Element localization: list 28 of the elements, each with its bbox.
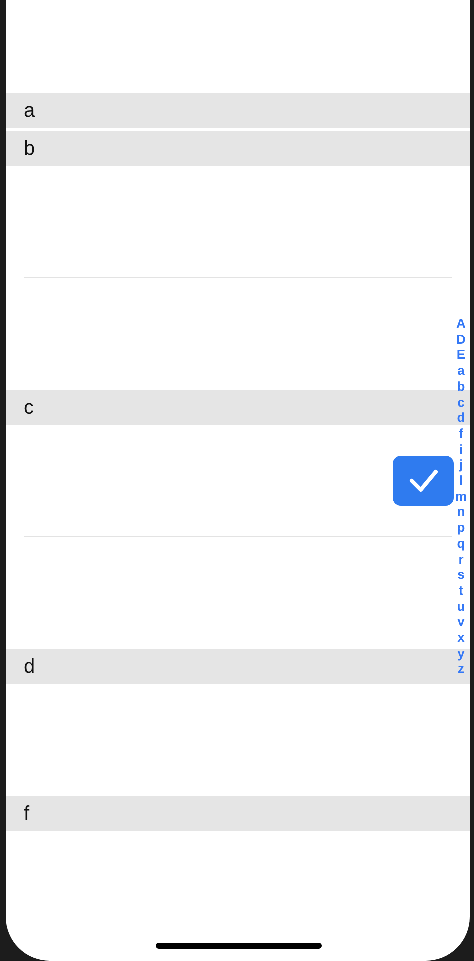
- index-letter[interactable]: A: [456, 316, 466, 332]
- index-letter[interactable]: i: [459, 442, 464, 458]
- index-letter[interactable]: E: [456, 347, 466, 364]
- index-letter[interactable]: v: [458, 614, 465, 630]
- index-letter[interactable]: n: [457, 504, 466, 520]
- index-letter[interactable]: r: [458, 552, 464, 568]
- index-letter[interactable]: m: [455, 488, 467, 504]
- index-letter[interactable]: D: [456, 332, 466, 348]
- section-header: f: [6, 796, 470, 831]
- index-letter[interactable]: z: [458, 661, 464, 678]
- checkmark-icon: [408, 468, 438, 494]
- index-letter[interactable]: b: [457, 378, 466, 395]
- index-letter[interactable]: j: [459, 457, 464, 474]
- index-letter[interactable]: s: [458, 567, 465, 583]
- index-letter[interactable]: t: [459, 582, 464, 599]
- index-letter[interactable]: c: [458, 394, 465, 410]
- index-letter[interactable]: u: [457, 598, 466, 614]
- index-letter[interactable]: q: [457, 536, 466, 552]
- index-letter[interactable]: y: [458, 646, 465, 662]
- section-header: b: [6, 131, 470, 166]
- index-letter[interactable]: p: [457, 520, 466, 536]
- index-letter[interactable]: a: [458, 363, 465, 379]
- section-header: a: [6, 93, 470, 128]
- index-letter[interactable]: d: [457, 410, 466, 426]
- checkbox[interactable]: [393, 456, 454, 506]
- index-letter[interactable]: l: [459, 473, 464, 489]
- index-letter[interactable]: x: [458, 630, 465, 646]
- index-letter[interactable]: f: [459, 426, 464, 442]
